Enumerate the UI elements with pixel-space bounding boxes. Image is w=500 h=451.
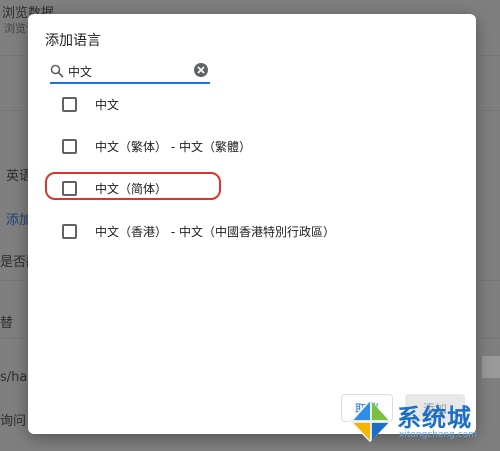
- search-input[interactable]: [68, 62, 188, 80]
- language-checkbox[interactable]: [62, 224, 77, 239]
- language-option[interactable]: 中文（简体）: [62, 177, 422, 199]
- bg-ask-label: 询问: [0, 414, 27, 429]
- language-checkbox[interactable]: [62, 139, 77, 154]
- language-option[interactable]: 中文（香港） - 中文（中國香港特別行政區）: [62, 220, 422, 242]
- language-label: 中文（繁体） - 中文（繁體）: [95, 140, 251, 154]
- language-option[interactable]: 中文（繁体） - 中文（繁體）: [62, 135, 422, 157]
- close-icon: [197, 66, 205, 74]
- language-search: [50, 62, 210, 84]
- site-watermark: 系统城 xitongcheng.com: [345, 392, 500, 451]
- watermark-url: xitongcheng.com: [399, 430, 477, 440]
- bg-section-label: 替: [0, 316, 14, 331]
- language-label: 中文（香港） - 中文（中國香港特別行政區）: [95, 225, 335, 239]
- watermark-text: 系统城: [397, 404, 472, 432]
- language-label: 中文（简体）: [95, 182, 168, 196]
- search-icon: [50, 64, 64, 78]
- dialog-title: 添加语言: [45, 33, 101, 49]
- logo-icon: [348, 399, 392, 443]
- language-checkbox[interactable]: [62, 97, 77, 112]
- language-option[interactable]: 中文: [62, 93, 422, 115]
- clear-search-button[interactable]: [194, 63, 208, 77]
- language-checkbox[interactable]: [62, 181, 77, 196]
- bg-scroll-button: [482, 356, 500, 378]
- add-language-dialog: 添加语言 中文 中文（繁体） - 中文（繁體） 中文（简体） 中文（香港） - …: [28, 14, 476, 434]
- language-label: 中文: [95, 98, 120, 112]
